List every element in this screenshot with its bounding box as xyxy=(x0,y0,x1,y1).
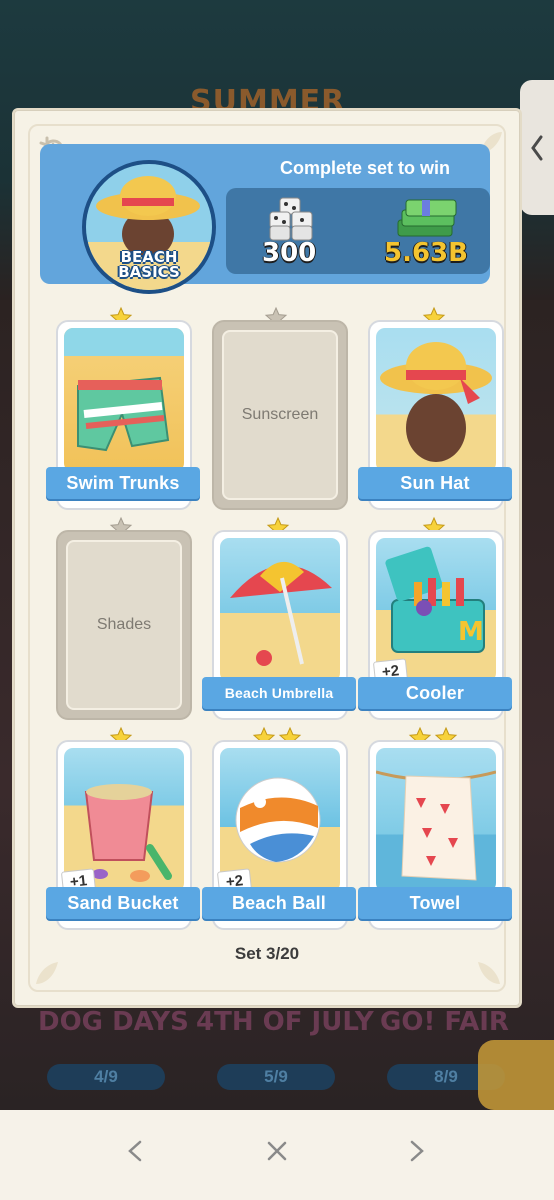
beach-umbrella-icon xyxy=(230,561,332,666)
side-collapse-tab[interactable] xyxy=(520,80,554,215)
svg-text:M: M xyxy=(458,617,484,647)
card-art xyxy=(64,328,184,472)
reward-box: 300 5.63B xyxy=(226,188,490,274)
card-label: Sand Bucket xyxy=(46,887,200,919)
sun-hat-icon xyxy=(380,342,492,462)
card-label: Towel xyxy=(358,887,512,919)
dice-reward-value: 300 xyxy=(262,238,317,268)
sticker-card-swim-trunks[interactable]: Swim Trunks xyxy=(46,320,200,510)
card-label: Sunscreen xyxy=(222,330,338,500)
sticker-card-sun-hat[interactable]: Sun Hat xyxy=(358,320,512,510)
card-label: Sun Hat xyxy=(358,467,512,499)
sticker-card-cooler[interactable]: M +2 Cooler xyxy=(358,530,512,720)
sticker-card-beach-ball[interactable]: +2 Beach Ball xyxy=(202,740,356,930)
card-label: Swim Trunks xyxy=(46,467,200,499)
chevron-right-icon[interactable] xyxy=(400,1134,434,1168)
sticker-album-icon[interactable] xyxy=(478,1040,554,1110)
card-label: Shades xyxy=(66,540,182,710)
card-label: Cooler xyxy=(358,677,512,709)
chevron-left-icon xyxy=(531,135,543,160)
sticker-card-shades-empty[interactable]: Shades xyxy=(56,530,192,720)
card-art xyxy=(376,748,496,892)
bg-set-name-2: 4TH OF JULY xyxy=(196,1007,374,1037)
cash-reward-value: 5.63B xyxy=(384,238,468,268)
close-icon[interactable] xyxy=(260,1134,294,1168)
sticker-card-sand-bucket[interactable]: +1 Sand Bucket xyxy=(46,740,200,930)
sticker-set-panel: Complete set to win 300 5.63B BEACH BASI… xyxy=(12,108,522,1008)
bg-set-progress-1: 4/9 xyxy=(47,1064,165,1090)
sticker-card-sunscreen-empty[interactable]: Sunscreen xyxy=(212,320,348,510)
card-label: Beach Umbrella xyxy=(202,677,356,709)
sticker-card-beach-umbrella[interactable]: Beach Umbrella xyxy=(202,530,356,720)
set-emblem: BEACH BASICS xyxy=(82,160,216,294)
sticker-card-towel[interactable]: Towel xyxy=(358,740,512,930)
dice-stack-icon xyxy=(269,197,313,241)
swim-trunks-icon xyxy=(64,328,184,452)
set-name-line2: BASICS xyxy=(118,263,180,281)
card-art xyxy=(376,328,496,472)
card-label: Beach Ball xyxy=(202,887,356,919)
bg-set-progress-2: 5/9 xyxy=(217,1064,335,1090)
bg-set-name-1: DOG DAYS xyxy=(38,1007,189,1037)
cash-stack-icon xyxy=(397,199,457,237)
set-name: BEACH BASICS xyxy=(86,250,212,280)
chevron-left-icon[interactable] xyxy=(118,1134,152,1168)
header-title: Complete set to win xyxy=(279,158,450,178)
bg-set-name-3: GO! FAIR xyxy=(380,1007,509,1037)
set-counter: Set 3/20 xyxy=(234,944,300,963)
towel-icon xyxy=(376,770,496,881)
card-art xyxy=(220,538,340,682)
